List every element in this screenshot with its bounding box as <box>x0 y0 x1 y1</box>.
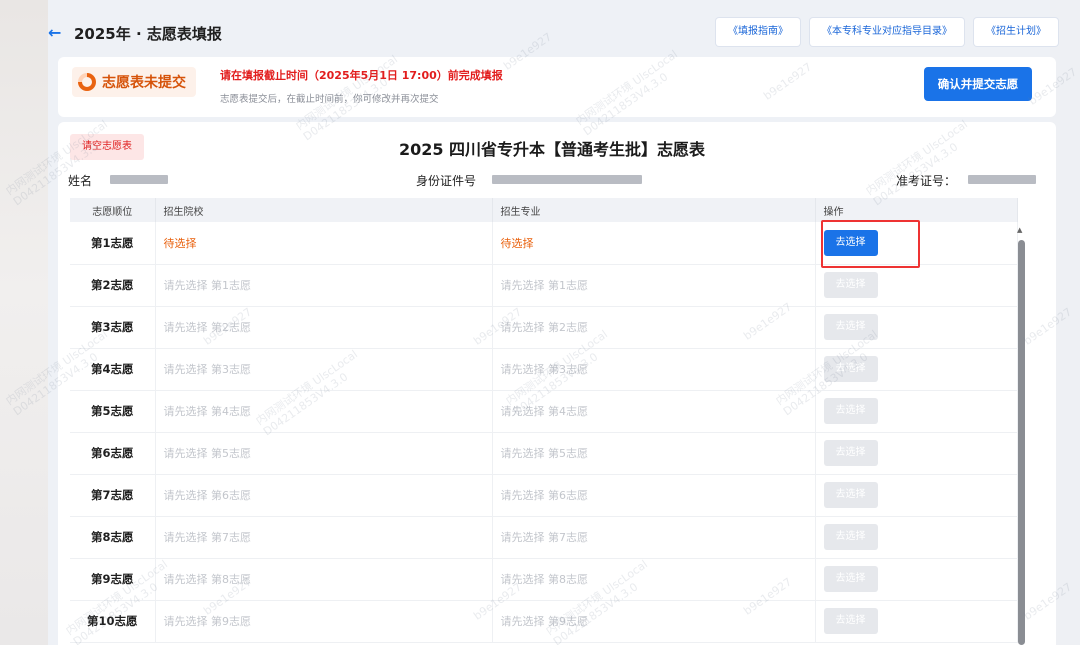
scroll-thumb[interactable] <box>1018 240 1025 645</box>
status-text: 志愿表未提交 <box>102 75 186 91</box>
major-catalog-link[interactable]: 《本专科专业对应指导目录》 <box>810 18 964 46</box>
action-cell: 去选择 <box>815 222 1018 265</box>
deadline-text: 请在填报截止时间（2025年5月1日 17:00）前完成填报 <box>220 69 503 82</box>
rank-cell: 第4志愿 <box>70 348 156 391</box>
rank-cell: 第5志愿 <box>70 390 156 433</box>
major-cell: 请先选择 第6志愿 <box>492 474 816 517</box>
top-bar: ← 2025年 · 志愿表填报 《填报指南》 《本专科专业对应指导目录》 《招生… <box>48 14 1058 52</box>
rank-cell: 第10志愿 <box>70 600 156 643</box>
school-cell: 请先选择 第2志愿 <box>155 306 493 349</box>
clock-icon <box>78 73 96 91</box>
table-row: 第7志愿 请先选择 第6志愿 请先选择 第6志愿 去选择 <box>70 474 1018 517</box>
school-cell[interactable]: 待选择 <box>155 222 493 265</box>
action-cell: 去选择 <box>815 516 1018 559</box>
major-cell: 请先选择 第7志愿 <box>492 516 816 559</box>
deadline-note: 志愿表提交后，在截止时间前，你可修改并再次提交 <box>220 94 439 105</box>
action-cell: 去选择 <box>815 348 1018 391</box>
choose-button-disabled: 去选择 <box>823 482 878 508</box>
choose-button[interactable]: 去选择 <box>823 229 878 256</box>
school-cell: 请先选择 第8志愿 <box>155 558 493 601</box>
status-badge: 志愿表未提交 <box>72 67 196 97</box>
ticket-value-redacted <box>968 175 1036 184</box>
rank-cell: 第3志愿 <box>70 306 156 349</box>
table-row: 第8志愿 请先选择 第7志愿 请先选择 第7志愿 去选择 <box>70 516 1018 559</box>
school-cell: 请先选择 第6志愿 <box>155 474 493 517</box>
rank-cell: 第1志愿 <box>70 222 156 265</box>
school-cell: 请先选择 第1志愿 <box>155 264 493 307</box>
page-title: 2025年 · 志愿表填报 <box>74 24 222 43</box>
table-row: 第9志愿 请先选择 第8志愿 请先选择 第8志愿 去选择 <box>70 558 1018 601</box>
school-cell: 请先选择 第7志愿 <box>155 516 493 559</box>
top-links: 《填报指南》 《本专科专业对应指导目录》 《招生计划》 <box>716 18 1058 46</box>
major-cell: 请先选择 第1志愿 <box>492 264 816 307</box>
table-row: 第2志愿 请先选择 第1志愿 请先选择 第1志愿 去选择 <box>70 264 1018 307</box>
major-cell: 请先选择 第4志愿 <box>492 390 816 433</box>
confirm-submit-button[interactable]: 确认并提交志愿 <box>924 67 1032 101</box>
scrollbar[interactable]: ▲ <box>1016 226 1026 645</box>
back-arrow-icon[interactable]: ← <box>48 24 66 42</box>
id-label: 身份证件号 <box>416 174 477 188</box>
table-row: 第3志愿 请先选择 第2志愿 请先选择 第2志愿 去选择 <box>70 306 1018 349</box>
action-cell: 去选择 <box>815 264 1018 307</box>
action-cell: 去选择 <box>815 474 1018 517</box>
col-school: 招生院校 <box>155 198 493 222</box>
choices-table: 志愿顺位 招生院校 招生专业 操作 第1志愿 待选择 待选择 去选择 第2志愿 … <box>70 198 1018 643</box>
guide-link[interactable]: 《填报指南》 <box>716 18 800 46</box>
major-cell[interactable]: 待选择 <box>492 222 816 265</box>
name-value-redacted <box>110 175 168 184</box>
choose-button-disabled: 去选择 <box>823 398 878 424</box>
form-title: 2025 四川省专升本【普通考生批】志愿表 <box>398 140 706 159</box>
action-cell: 去选择 <box>815 558 1018 601</box>
scroll-up-arrow-icon[interactable]: ▲ <box>1017 226 1022 234</box>
name-label: 姓名 <box>68 174 93 188</box>
major-cell: 请先选择 第2志愿 <box>492 306 816 349</box>
table-row: 第5志愿 请先选择 第4志愿 请先选择 第4志愿 去选择 <box>70 390 1018 433</box>
major-cell: 请先选择 第8志愿 <box>492 558 816 601</box>
choose-button-disabled: 去选择 <box>823 440 878 466</box>
rank-cell: 第9志愿 <box>70 558 156 601</box>
school-cell: 请先选择 第9志愿 <box>155 600 493 643</box>
status-card: 志愿表未提交 请在填报截止时间（2025年5月1日 17:00）前完成填报 志愿… <box>58 57 1056 117</box>
rank-cell: 第8志愿 <box>70 516 156 559</box>
choose-button-disabled: 去选择 <box>823 524 878 550</box>
col-action: 操作 <box>815 198 1018 222</box>
action-cell: 去选择 <box>815 390 1018 433</box>
choose-button-disabled: 去选择 <box>823 566 878 592</box>
choose-button-disabled: 去选择 <box>823 608 878 634</box>
ticket-label: 准考证号： <box>896 174 957 188</box>
rank-cell: 第2志愿 <box>70 264 156 307</box>
rank-cell: 第7志愿 <box>70 474 156 517</box>
choose-button-disabled: 去选择 <box>823 356 878 382</box>
enrollment-plan-link[interactable]: 《招生计划》 <box>974 18 1058 46</box>
choices-table-wrap: 志愿顺位 招生院校 招生专业 操作 第1志愿 待选择 待选择 去选择 第2志愿 … <box>70 198 1030 645</box>
major-cell: 请先选择 第9志愿 <box>492 600 816 643</box>
action-cell: 去选择 <box>815 306 1018 349</box>
school-cell: 请先选择 第4志愿 <box>155 390 493 433</box>
action-cell: 去选择 <box>815 600 1018 643</box>
school-cell: 请先选择 第5志愿 <box>155 432 493 475</box>
table-row: 第1志愿 待选择 待选择 去选择 <box>70 222 1018 265</box>
form-card: 请空志愿表 2025 四川省专升本【普通考生批】志愿表 姓名 身份证件号 准考证… <box>58 122 1056 645</box>
col-major: 招生专业 <box>492 198 816 222</box>
table-row: 第4志愿 请先选择 第3志愿 请先选择 第3志愿 去选择 <box>70 348 1018 391</box>
table-row: 第6志愿 请先选择 第5志愿 请先选择 第5志愿 去选择 <box>70 432 1018 475</box>
choose-button-disabled: 去选择 <box>823 272 878 298</box>
applicant-info: 姓名 身份证件号 准考证号： <box>68 170 1048 190</box>
table-header-row: 志愿顺位 招生院校 招生专业 操作 <box>70 198 1018 222</box>
table-row: 第10志愿 请先选择 第9志愿 请先选择 第9志愿 去选择 <box>70 600 1018 643</box>
rank-cell: 第6志愿 <box>70 432 156 475</box>
col-rank: 志愿顺位 <box>70 198 156 222</box>
school-cell: 请先选择 第3志愿 <box>155 348 493 391</box>
major-cell: 请先选择 第5志愿 <box>492 432 816 475</box>
choose-button-disabled: 去选择 <box>823 314 878 340</box>
action-cell: 去选择 <box>815 432 1018 475</box>
backdrop-left <box>0 0 48 645</box>
major-cell: 请先选择 第3志愿 <box>492 348 816 391</box>
id-value-redacted <box>492 175 642 184</box>
